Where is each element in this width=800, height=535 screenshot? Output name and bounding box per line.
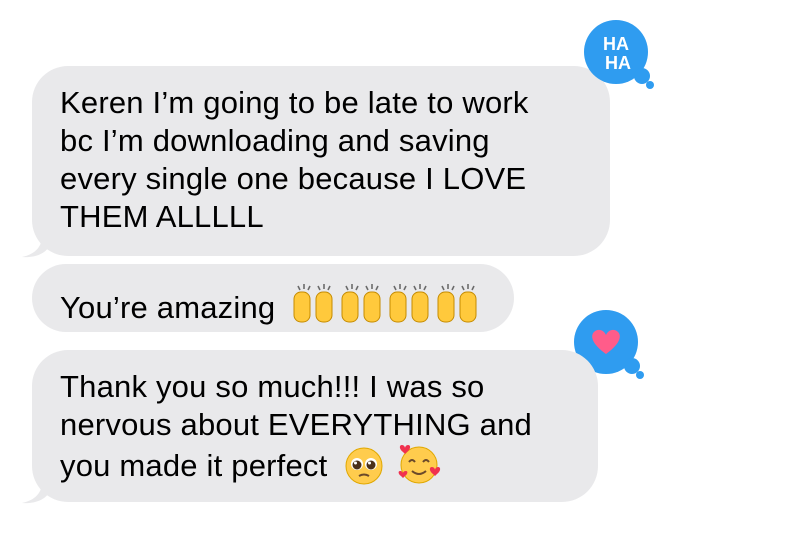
raising-hands-emoji — [293, 284, 333, 323]
raising-hands-emoji-group — [290, 278, 480, 326]
svg-text:HA: HA — [603, 34, 629, 54]
raising-hands-emoji — [389, 284, 429, 323]
message-bubble-2[interactable]: You’re amazing — [32, 264, 514, 332]
message-bubble-1[interactable]: Keren I’m going to be late to work bc I’… — [32, 66, 610, 256]
bubble-tail — [22, 482, 48, 504]
message-thread: Keren I’m going to be late to work bc I’… — [0, 0, 800, 535]
haha-reaction-icon[interactable]: HA HA — [580, 18, 654, 90]
pleading-face-emoji — [345, 447, 383, 485]
message-text-3: Thank you so much!!! I was so nervous ab… — [60, 369, 532, 483]
message-text-1: Keren I’m going to be late to work bc I’… — [60, 85, 529, 234]
message-text-2: You’re amazing — [60, 290, 276, 325]
svg-text:HA: HA — [605, 53, 631, 73]
smiling-face-with-hearts-emoji — [398, 445, 441, 484]
message-bubble-3[interactable]: Thank you so much!!! I was so nervous ab… — [32, 350, 598, 502]
bubble-tail — [22, 236, 48, 258]
raising-hands-emoji — [437, 284, 477, 323]
raising-hands-emoji — [341, 284, 381, 323]
